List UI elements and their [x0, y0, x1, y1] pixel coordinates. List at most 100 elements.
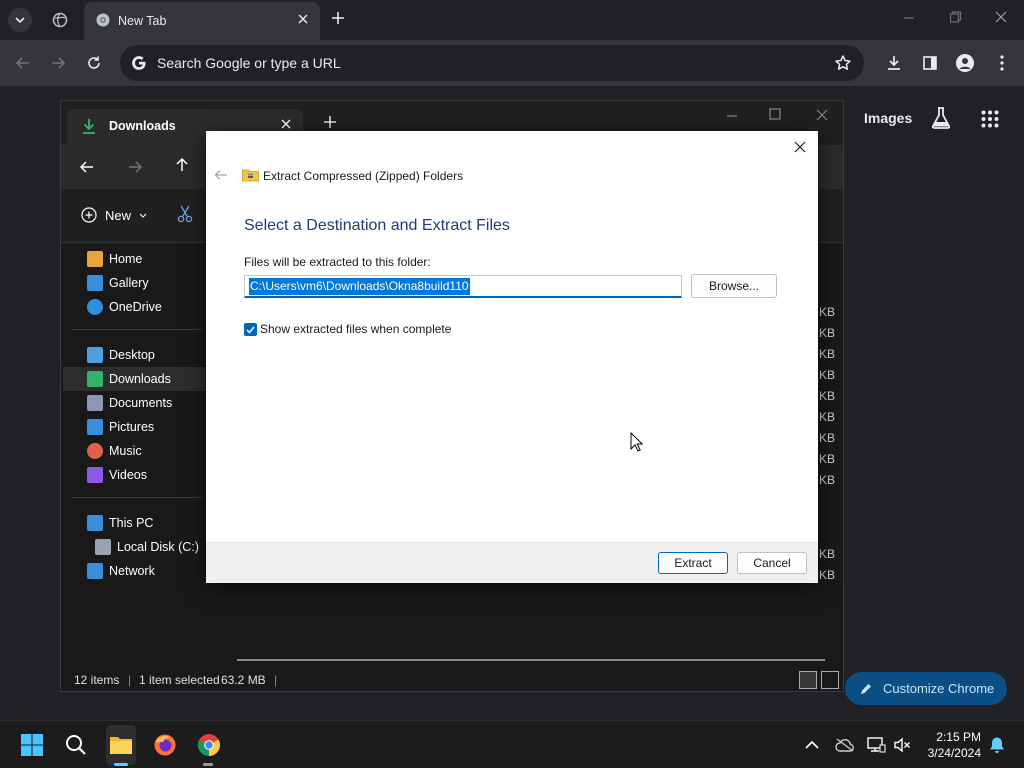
sidebar-item-pictures[interactable]: Pictures: [63, 415, 213, 439]
minimize-icon[interactable]: [725, 109, 739, 126]
sidebar-item-onedrive[interactable]: OneDrive: [63, 295, 213, 319]
firefox-icon: [154, 734, 176, 756]
arrow-left-icon: [214, 170, 227, 180]
sidebar-item-this-pc[interactable]: This PC: [63, 511, 213, 535]
arrow-left-icon[interactable]: [79, 159, 95, 178]
sidebar-item-local-disk[interactable]: Local Disk (C:): [63, 535, 213, 559]
reload-button[interactable]: [83, 52, 105, 74]
dialog-back-button[interactable]: [214, 169, 228, 184]
customize-chrome-button[interactable]: Customize Chrome: [845, 672, 1007, 705]
sidebar-item-music[interactable]: Music: [63, 439, 213, 463]
chevron-up-icon: [805, 741, 819, 749]
file-size: KB: [819, 410, 836, 424]
new-button-label: New: [105, 207, 132, 223]
browse-button[interactable]: Browse...: [691, 274, 777, 298]
new-button[interactable]: New: [81, 207, 147, 223]
globe-icon: [52, 12, 68, 28]
tiles-view-icon[interactable]: [821, 671, 839, 689]
chrome-menu-button[interactable]: [991, 52, 1013, 74]
horizontal-scrollbar[interactable]: [237, 659, 825, 661]
sidebar-item-home[interactable]: Home: [63, 247, 213, 271]
tab-search-button[interactable]: [8, 8, 32, 32]
sidebar-item-gallery[interactable]: Gallery: [63, 271, 213, 295]
chrome-tab-strip: New Tab: [0, 0, 1024, 40]
windows-logo-icon: [21, 734, 43, 756]
window-close-button[interactable]: [994, 10, 1008, 27]
minimize-icon: [904, 17, 914, 19]
file-size: KB: [819, 568, 836, 582]
plus-icon[interactable]: [323, 115, 337, 132]
close-icon: [995, 11, 1007, 23]
dialog-close-button[interactable]: [790, 137, 810, 157]
google-g-icon: [130, 54, 148, 75]
download-icon: [888, 56, 900, 70]
sidebar-item-videos[interactable]: Videos: [63, 463, 213, 487]
sidebar-item-label: Desktop: [109, 348, 155, 362]
minimize-button[interactable]: [902, 10, 916, 27]
sidebar-item-label: Gallery: [109, 276, 149, 290]
explorer-sidebar: Home Gallery OneDrive Desktop Downloads …: [61, 243, 221, 663]
bookmark-star-icon[interactable]: [834, 54, 852, 75]
dialog-window-title: Extract Compressed (Zipped) Folders: [263, 169, 464, 183]
omnibox[interactable]: Search Google or type a URL: [120, 45, 864, 81]
profile-button[interactable]: [954, 52, 976, 74]
inactive-tab-favicon[interactable]: [48, 8, 72, 32]
maximize-icon[interactable]: [769, 108, 781, 123]
back-button[interactable]: [12, 52, 34, 74]
start-button[interactable]: [18, 731, 46, 759]
volume-tray-button[interactable]: [888, 731, 916, 759]
explorer-tab-title: Downloads: [109, 119, 176, 133]
sidebar-item-downloads[interactable]: Downloads: [63, 367, 213, 391]
music-icon: [87, 443, 103, 459]
firefox-taskbar-button[interactable]: [151, 731, 179, 759]
images-link[interactable]: Images: [864, 110, 912, 126]
labs-icon[interactable]: [930, 106, 952, 133]
restore-icon: [949, 11, 962, 23]
plus-icon: [332, 12, 344, 24]
dialog-heading: Select a Destination and Extract Files: [244, 217, 510, 234]
file-explorer-taskbar-button[interactable]: [107, 731, 135, 759]
arrow-right-icon[interactable]: [127, 159, 143, 178]
show-files-label[interactable]: Show extracted files when complete: [260, 322, 451, 336]
show-files-checkbox[interactable]: [244, 323, 257, 336]
sidebar-divider: [71, 329, 203, 330]
notifications-button[interactable]: [983, 731, 1011, 759]
side-panel-button[interactable]: [919, 52, 941, 74]
file-size: KB: [819, 473, 836, 487]
selected-count: 1 item selected: [139, 673, 220, 687]
destination-input[interactable]: C:\Users\vm6\Downloads\Okna8build110: [244, 275, 682, 298]
customize-chrome-label: Customize Chrome: [883, 681, 995, 696]
downloads-button[interactable]: [883, 52, 905, 74]
onedrive-tray-button[interactable]: [831, 731, 859, 759]
close-icon[interactable]: [815, 108, 829, 125]
sidebar-item-label: Network: [109, 564, 155, 578]
status-separator: |: [128, 673, 132, 687]
video-icon: [87, 467, 103, 483]
extract-button[interactable]: Extract: [658, 552, 728, 574]
sidebar-item-desktop[interactable]: Desktop: [63, 343, 213, 367]
chrome-taskbar-button[interactable]: [195, 731, 223, 759]
omnibox-placeholder: Search Google or type a URL: [157, 55, 341, 71]
system-clock[interactable]: 2:15 PM 3/24/2024: [924, 729, 981, 761]
status-separator: |: [274, 673, 278, 687]
arrow-up-icon[interactable]: [174, 157, 190, 176]
cancel-button[interactable]: Cancel: [737, 552, 807, 574]
sidebar-item-label: Downloads: [109, 372, 171, 386]
network-tray-button[interactable]: [862, 731, 890, 759]
arrow-right-icon: [52, 57, 66, 69]
close-icon[interactable]: [296, 12, 310, 29]
new-tab-button[interactable]: [330, 10, 346, 29]
show-hidden-icons-button[interactable]: [798, 731, 826, 759]
restore-button[interactable]: [948, 10, 962, 27]
details-view-icon[interactable]: [799, 671, 817, 689]
active-tab[interactable]: New Tab: [84, 2, 320, 40]
cut-icon[interactable]: [177, 205, 193, 226]
sidebar-item-documents[interactable]: Documents: [63, 391, 213, 415]
search-button[interactable]: [62, 731, 90, 759]
forward-button[interactable]: [47, 52, 69, 74]
sidebar-item-network[interactable]: Network: [63, 559, 213, 583]
chrome-icon: [197, 734, 220, 756]
google-apps-icon[interactable]: [981, 110, 999, 131]
extract-dialog: Extract Compressed (Zipped) Folders Sele…: [206, 131, 818, 583]
sidebar-item-label: This PC: [109, 516, 154, 530]
